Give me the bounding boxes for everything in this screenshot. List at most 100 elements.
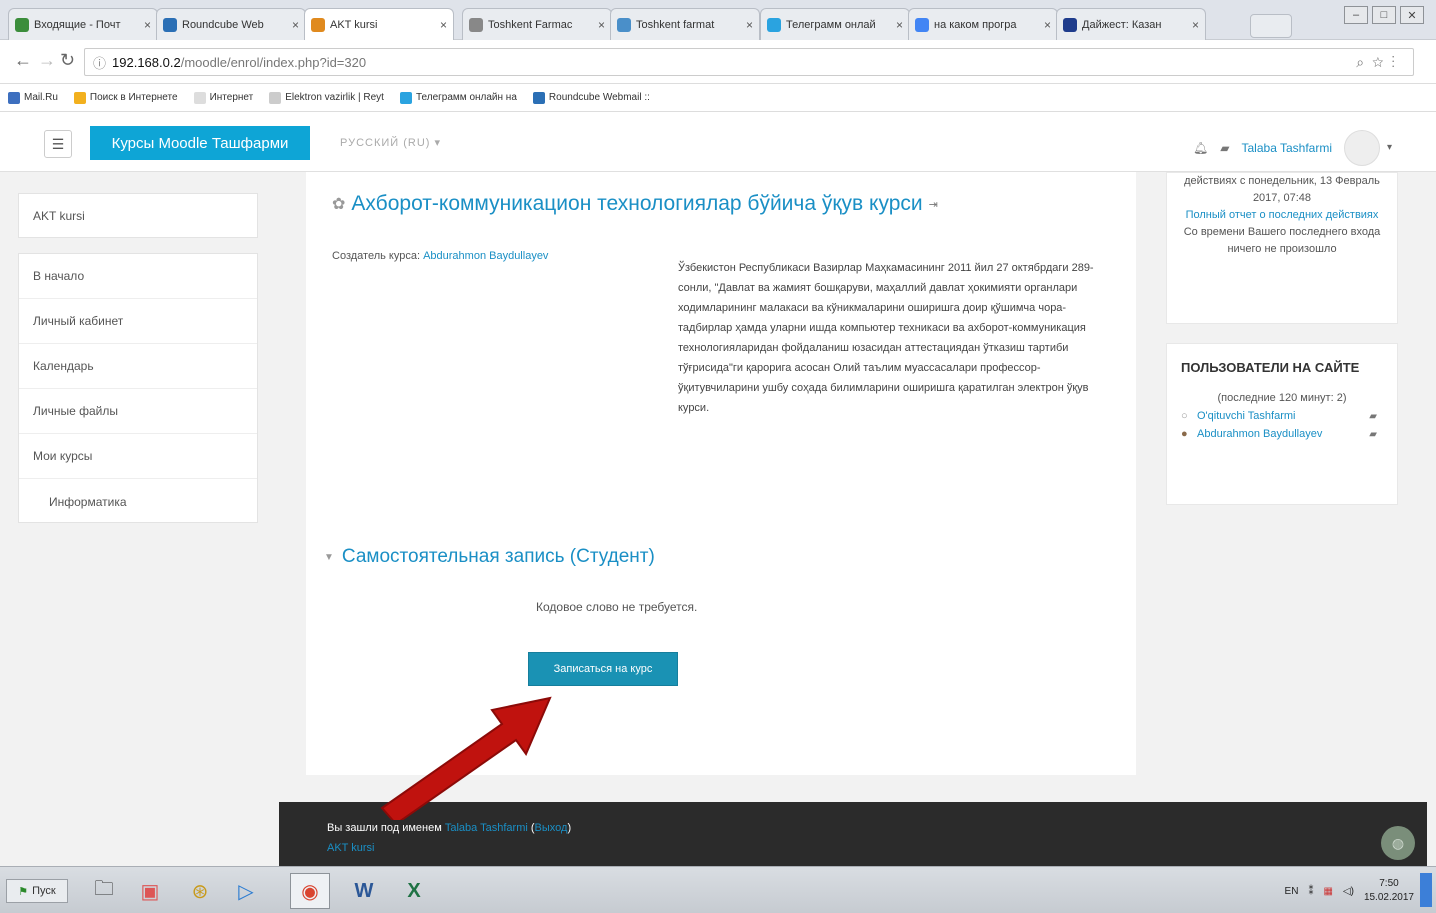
app-icon[interactable]: ⊛ — [180, 873, 220, 909]
zoom-icon[interactable]: ⌕ — [1356, 54, 1372, 70]
bookmark-item[interactable]: Телеграмм онлайн на — [399, 91, 517, 104]
footer-user-link[interactable]: Talaba Tashfarmi — [445, 822, 528, 834]
messages-icon[interactable]: ▰ — [1220, 141, 1229, 155]
online-user-name[interactable]: O'qituvchi Tashfarmi — [1197, 410, 1296, 422]
volume-icon[interactable]: ◁) — [1343, 886, 1354, 897]
network-icon[interactable]: ▦ — [1323, 886, 1332, 897]
reload-icon[interactable]: ↻ — [60, 50, 75, 71]
browser-tab[interactable]: Телеграмм онлай × — [760, 8, 910, 40]
tab-title: Roundcube Web — [182, 18, 264, 31]
nav-item-home[interactable]: В начало — [19, 254, 257, 299]
browser-tab[interactable]: Toshkent farmat × — [610, 8, 760, 40]
footer-course-link[interactable]: AKT kursi — [327, 842, 374, 854]
input-language[interactable]: EN — [1285, 886, 1299, 897]
back-icon[interactable]: ← — [14, 50, 32, 71]
clock[interactable]: 7:50 15.02.2017 — [1364, 877, 1414, 905]
tab-title: Дайжест: Казан — [1082, 18, 1162, 31]
message-icon[interactable]: ▰ — [1369, 411, 1377, 422]
nav-item-calendar[interactable]: Календарь — [19, 344, 257, 389]
play-icon[interactable]: ▷ — [226, 873, 266, 909]
chrome-icon[interactable]: ◉ — [290, 873, 330, 909]
course-summary: Ўзбекистон Республикаси Вазирлар Маҳкама… — [678, 262, 1094, 414]
site-brand[interactable]: Курсы Moodle Ташфарми — [90, 126, 310, 160]
avatar[interactable] — [1344, 130, 1380, 166]
bookmark-favicon-icon — [399, 91, 412, 104]
info-icon[interactable]: ⓘ — [93, 53, 106, 72]
bookmark-item[interactable]: Поиск в Интернете — [73, 91, 178, 104]
media-player-icon[interactable]: ▣ — [130, 873, 170, 909]
tab-close-icon[interactable]: × — [896, 18, 903, 32]
tab-close-icon[interactable]: × — [1044, 18, 1051, 32]
menu-dots-icon[interactable]: ⋮ — [1392, 54, 1404, 70]
moodle-navbar: ☰ Курсы Moodle Ташфарми РУССКИЙ (RU) ▾ 🔔… — [0, 112, 1436, 172]
online-users-period: (последние 120 минут: 2) — [1217, 392, 1347, 404]
course-creator: Создатель курса: Abdurahmon Baydullayev — [332, 250, 548, 262]
language-menu[interactable]: РУССКИЙ (RU) ▾ — [340, 136, 441, 149]
message-icon[interactable]: ▰ — [1369, 429, 1377, 440]
browser-tab[interactable]: на каком програ × — [908, 8, 1058, 40]
recent-activity-none: Со времени Вашего последнего входа ничег… — [1183, 226, 1381, 255]
online-user[interactable]: ● Abdurahmon Baydullayev ▰ — [1181, 428, 1383, 440]
show-desktop-button[interactable] — [1420, 873, 1432, 907]
tab-close-icon[interactable]: × — [598, 18, 605, 32]
nav-item-informatics[interactable]: Информатика — [19, 479, 257, 524]
recent-activity-text: действиях с понедельник, 13 Февраль 2017… — [1184, 175, 1380, 204]
user-menu[interactable]: 🔔︎ ▰ Talaba Tashfarmi — [1193, 130, 1380, 166]
tray-icon[interactable]: ⁑ — [1308, 886, 1313, 897]
close-window-button[interactable]: ✕ — [1400, 6, 1424, 24]
enrol-section-header[interactable]: ▼ Самостоятельная запись (Студент) — [324, 546, 655, 568]
tab-close-icon[interactable]: × — [440, 18, 447, 32]
online-user[interactable]: ○ O'qituvchi Tashfarmi ▰ — [1181, 410, 1383, 422]
creator-label: Создатель курса: — [332, 250, 421, 262]
browser-tab[interactable]: Дайжест: Казан × — [1056, 8, 1206, 40]
bookmark-item[interactable]: Elektron vazirlik | Reyt — [269, 91, 384, 104]
recent-activity-report-link[interactable]: Полный отчет о последних действиях — [1186, 209, 1379, 221]
navigation-block: В начало Личный кабинет Календарь Личные… — [18, 253, 258, 523]
nav-item-my-courses[interactable]: Мои курсы — [19, 434, 257, 479]
nav-item-dashboard[interactable]: Личный кабинет — [19, 299, 257, 344]
windows-flag-icon: ⚑ — [18, 885, 29, 898]
course-block[interactable]: AKT kursi — [18, 193, 258, 238]
browser-tab-bar: Входящие - Почт × Roundcube Web × AKT kursi ×… — [0, 0, 1436, 41]
user-name[interactable]: Talaba Tashfarmi — [1242, 141, 1333, 155]
maximize-button[interactable]: □ — [1372, 6, 1396, 24]
nav-item-private-files[interactable]: Личные файлы — [19, 389, 257, 434]
explorer-icon[interactable]: 🗀 — [84, 873, 124, 909]
logout-link[interactable]: Выход — [535, 822, 568, 834]
course-title[interactable]: ✿ Ахборот-коммуникацион технологиялар бў… — [332, 192, 938, 216]
tab-title: Toshkent farmat — [636, 18, 715, 31]
tab-close-icon[interactable]: × — [292, 18, 299, 32]
bookmark-favicon-icon — [269, 91, 282, 104]
tab-close-icon[interactable]: × — [144, 18, 151, 32]
excel-icon[interactable]: X — [394, 873, 434, 909]
new-tab-button[interactable] — [1250, 14, 1292, 38]
tab-favicon-icon — [15, 17, 29, 32]
drawer-toggle-button[interactable]: ☰ — [44, 130, 72, 158]
url-field[interactable]: ⓘ 192.168.0.2 /moodle/enrol/index.php?id… — [84, 48, 1414, 76]
tab-close-icon[interactable]: × — [1192, 18, 1199, 32]
footer-badge-icon[interactable]: ◍ — [1381, 826, 1415, 860]
bookmark-label: Mail.Ru — [24, 92, 58, 103]
bookmark-star-icon[interactable]: ☆ — [1372, 54, 1391, 70]
red-arrow-annotation — [380, 696, 552, 820]
tab-title: Входящие - Почт — [34, 18, 121, 31]
bookmark-item[interactable]: Roundcube Webmail :: — [532, 91, 650, 104]
notifications-icon[interactable]: 🔔︎ — [1193, 141, 1208, 155]
bookmark-item[interactable]: Интернет — [193, 91, 253, 104]
online-users-block: ПОЛЬЗОВАТЕЛИ НА САЙТЕ (последние 120 мин… — [1166, 343, 1398, 505]
tab-close-icon[interactable]: × — [746, 18, 753, 32]
start-button[interactable]: ⚑ Пуск — [6, 879, 68, 903]
minimize-button[interactable]: – — [1344, 6, 1368, 24]
online-user-name[interactable]: Abdurahmon Baydullayev — [1197, 428, 1322, 440]
browser-tab[interactable]: Входящие - Почт × — [8, 8, 158, 40]
word-icon[interactable]: W — [344, 873, 384, 909]
bookmark-item[interactable]: Mail.Ru — [8, 91, 58, 104]
chevron-down-icon[interactable]: ▾ — [1387, 142, 1392, 153]
forward-icon[interactable]: → — [38, 50, 56, 71]
browser-tab[interactable]: AKT kursi × — [304, 8, 454, 41]
recent-activity-block: действиях с понедельник, 13 Февраль 2017… — [1166, 172, 1398, 324]
browser-tab[interactable]: Toshkent Farmac × — [462, 8, 612, 40]
creator-link[interactable]: Abdurahmon Baydullayev — [423, 250, 548, 262]
browser-tab[interactable]: Roundcube Web × — [156, 8, 306, 40]
no-key-notice: Кодовое слово не требуется. — [536, 600, 698, 614]
